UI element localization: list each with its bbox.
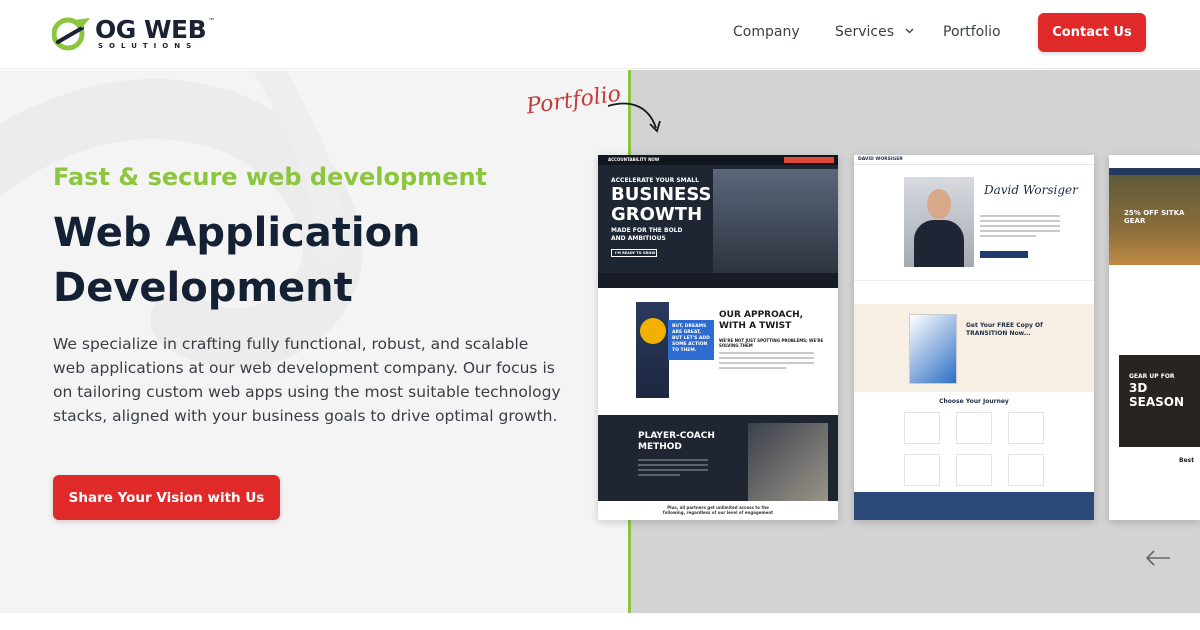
card3-nav [1109, 155, 1200, 175]
card2-journey-title: Choose Your Journey [939, 398, 1009, 405]
card1-hero: ACCOUNTABILITY NOW ACCELERATE YOUR SMALL… [598, 155, 838, 288]
card1-blue-note-text: BUT, DREAMS ARE GREAT, BUT LET'S ADD SOM… [672, 324, 710, 353]
curved-arrow-icon [607, 102, 661, 133]
card3-products [1109, 265, 1200, 355]
card1-hero-button-label: I'M READY TO GROW [615, 251, 656, 255]
og-logo-swoosh-icon [52, 17, 90, 51]
card1-stairs-image [748, 423, 828, 501]
card3-best-label: Best [1179, 457, 1195, 464]
brand-logo[interactable]: OG WEB ™ SOLUTIONS [52, 14, 222, 54]
card1-footer-text: Plus, all partners get unlimited access … [662, 505, 774, 515]
card2-journey-tile [904, 412, 940, 444]
card3-hero-text: 25% OFF SITKA GEAR [1124, 209, 1185, 225]
card1-player-body [638, 459, 708, 479]
nav-services[interactable]: Services [835, 24, 914, 40]
card2-hero-button [980, 251, 1028, 258]
card1-hero-button: I'M READY TO GROW [611, 249, 657, 257]
card2-nav: DAVID WORSIGER [854, 155, 1094, 165]
contact-us-button[interactable]: Contact Us [1038, 13, 1146, 52]
arrow-left-icon[interactable] [1144, 548, 1172, 568]
hero-description: We specialize in crafting fully function… [53, 335, 561, 425]
card2-logo-strip [854, 280, 1094, 304]
brand-tm: ™ [208, 17, 215, 25]
card3-items [1109, 470, 1200, 520]
card1-player-title: PLAYER-COACH METHOD [638, 431, 715, 452]
card2-nav-brand: DAVID WORSIGER [858, 157, 903, 162]
card3-season-label: 3D SEASON [1129, 381, 1185, 409]
card1-approach-section: BUT, DREAMS ARE GREAT, BUT LET'S ADD SOM… [598, 288, 838, 415]
nav-company[interactable]: Company [733, 24, 800, 40]
card2-hero-body [980, 215, 1060, 240]
portfolio-card-worsiger[interactable]: DAVID WORSIGER David Worsiger Get Your F… [854, 155, 1094, 520]
card1-approach-sub: WE'RE NOT JUST SPOTTING PROBLEMS; WE'RE … [719, 338, 824, 348]
card3-nav-bar [1109, 168, 1200, 175]
card1-hero-title: BUSINESS GROWTH [611, 184, 712, 225]
site-header: OG WEB ™ SOLUTIONS Company Services Port… [0, 0, 1200, 69]
card1-nav-button [784, 157, 834, 163]
card1-player-section: PLAYER-COACH METHOD [598, 415, 838, 501]
card1-nav-brand: ACCOUNTABILITY NOW [608, 157, 660, 162]
portfolio-card-accountability[interactable]: ACCOUNTABILITY NOW ACCELERATE YOUR SMALL… [598, 155, 838, 520]
card2-journey-section: Choose Your Journey [854, 392, 1094, 492]
card2-journey-tile [956, 412, 992, 444]
card2-journey-tile [1008, 454, 1044, 486]
card1-approach-title: OUR APPROACH, WITH A TWIST [719, 310, 804, 331]
page-bottom-band [0, 613, 1200, 630]
card3-gear-label: GEAR UP FOR [1129, 373, 1175, 380]
nav-portfolio[interactable]: Portfolio [943, 24, 1001, 40]
card1-logo-strip [598, 273, 838, 288]
share-vision-button[interactable]: Share Your Vision with Us [53, 475, 280, 520]
card2-portrait-face [927, 189, 951, 219]
card1-hero-sub: MADE FOR THE BOLD AND AMBITIOUS [611, 227, 683, 242]
card2-book-image [909, 314, 957, 384]
card2-journey-tile [956, 454, 992, 486]
card1-footer: Plus, all partners get unlimited access … [598, 501, 838, 520]
card1-nav: ACCOUNTABILITY NOW [598, 155, 838, 165]
card1-man-figure [636, 302, 669, 398]
card2-journey-tile [904, 454, 940, 486]
hero-headline: Web Application Development [53, 210, 421, 311]
card3-hero: 25% OFF SITKA GEAR [1109, 175, 1200, 265]
card1-hero-photo [713, 169, 838, 273]
card2-footer [854, 492, 1094, 520]
brand-name: OG WEB [95, 15, 207, 44]
hero-tagline: Fast & secure web development [53, 163, 488, 191]
card2-book-section: Get Your FREE Copy Of TRANSITION Now... [854, 304, 1094, 392]
card2-signature: David Worsiger [984, 183, 1078, 197]
nav-services-label: Services [835, 24, 895, 40]
chevron-down-icon [905, 28, 913, 34]
card2-hero: David Worsiger [854, 165, 1094, 280]
portfolio-card-outdoor[interactable]: 25% OFF SITKA GEAR GEAR UP FOR 3D SEASON… [1109, 155, 1200, 520]
card2-journey-tile [1008, 412, 1044, 444]
card1-lightbulb [640, 318, 666, 344]
card1-hero-kicker: ACCELERATE YOUR SMALL [611, 177, 699, 184]
brand-sub: SOLUTIONS [98, 42, 198, 50]
card2-portrait-suit [914, 220, 964, 267]
card2-book-title: Get Your FREE Copy Of TRANSITION Now... [966, 322, 1043, 337]
card1-approach-body [719, 352, 814, 372]
